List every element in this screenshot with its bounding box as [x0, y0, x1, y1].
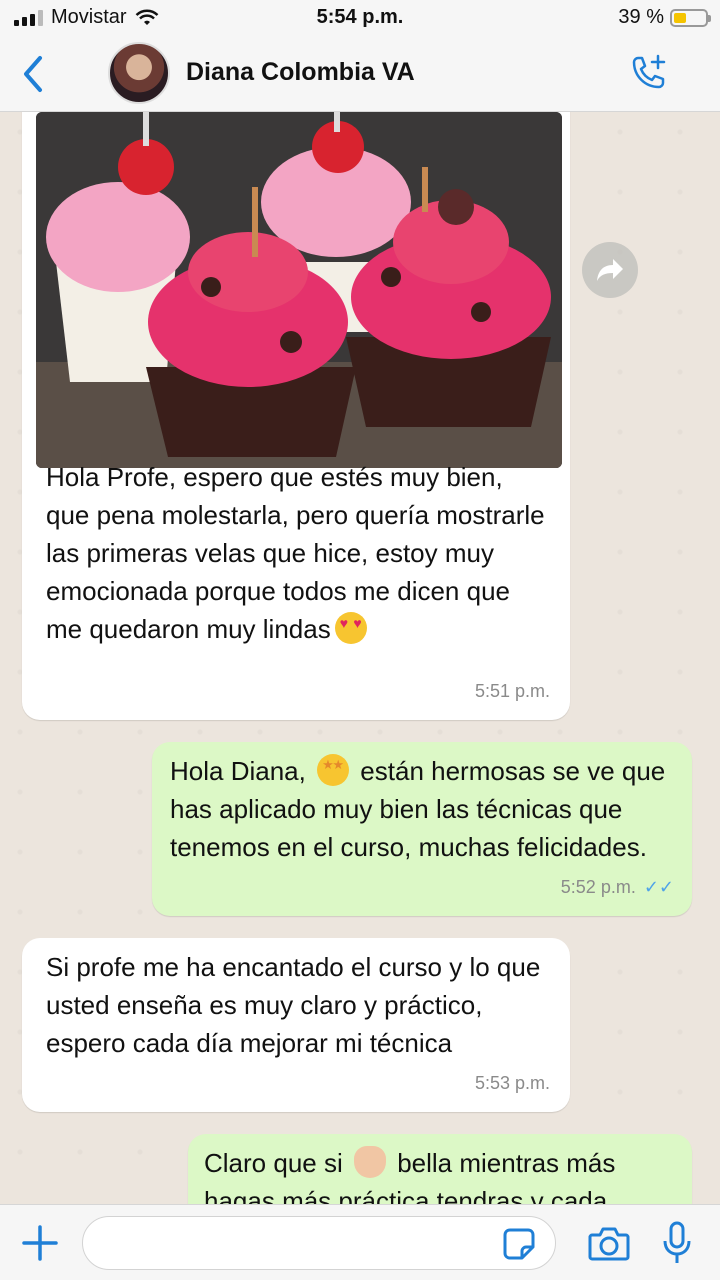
- star-struck-emoji-icon: [317, 754, 350, 786]
- message-incoming[interactable]: Hola Profe, espero que estés muy bien, q…: [22, 112, 570, 720]
- message-input[interactable]: [82, 1216, 556, 1270]
- forward-arrow-icon: [597, 259, 623, 281]
- message-incoming[interactable]: Si profe me ha encantado el curso y lo q…: [22, 938, 570, 1112]
- heart-eyes-emoji-icon: [334, 612, 367, 644]
- clock: 5:54 p.m.: [316, 6, 404, 28]
- add-call-icon: [632, 54, 666, 89]
- message-outgoing[interactable]: Hola Diana, están hermosas se ve que has…: [152, 742, 692, 916]
- microphone-button[interactable]: [662, 1221, 692, 1265]
- input-bar: [0, 1204, 720, 1280]
- battery-icon: [670, 8, 711, 27]
- message-time-text: 5:52 p.m.: [560, 877, 636, 897]
- battery-percent: 39 %: [618, 6, 664, 28]
- plus-icon: [22, 1225, 58, 1261]
- forward-button[interactable]: [582, 242, 638, 298]
- message-text: Hola Profe, espero que estés muy bien, q…: [46, 458, 546, 648]
- message-outgoing[interactable]: Claro que si bella mientras más hagas má…: [188, 1134, 692, 1204]
- message-text: Hola Diana, están hermosas se ve que has…: [170, 752, 680, 866]
- chat-area[interactable]: Hola Profe, espero que estés muy bien, q…: [0, 112, 720, 1204]
- read-ticks-icon: ✓✓: [643, 877, 674, 897]
- battery-status: 39 %: [618, 6, 711, 29]
- camera-icon: [588, 1227, 630, 1261]
- add-call-button[interactable]: [626, 52, 670, 96]
- chat-header: Diana Colombia VA: [0, 36, 720, 112]
- message-text: Si profe me ha encantado el curso y lo q…: [46, 952, 548, 1058]
- message-text-before-emoji: Hola Diana,: [170, 756, 314, 786]
- battery-level: [674, 12, 686, 23]
- message-time: 5:51 p.m.: [474, 681, 550, 701]
- contact-name[interactable]: Diana Colombia VA: [186, 58, 415, 87]
- back-button[interactable]: [18, 54, 50, 94]
- message-text: Claro que si bella mientras más hagas má…: [204, 1144, 684, 1204]
- cupcake-candles-photo[interactable]: [36, 112, 562, 468]
- message-text-before-emoji: Claro que si: [204, 1148, 350, 1178]
- back-chevron-icon: [24, 56, 42, 92]
- sticker-button[interactable]: [502, 1227, 536, 1261]
- avatar[interactable]: [108, 42, 170, 104]
- message-time: 5:52 p.m. ✓✓: [561, 868, 674, 906]
- camera-button[interactable]: [588, 1225, 630, 1263]
- status-bar: Movistar 5:54 p.m. 39 %: [0, 0, 720, 36]
- sticker-icon: [503, 1228, 535, 1260]
- microphone-icon: [663, 1221, 691, 1263]
- clapping-hands-emoji-icon: [353, 1146, 386, 1178]
- message-time: 5:53 p.m.: [474, 1073, 550, 1093]
- attach-button[interactable]: [20, 1223, 60, 1263]
- message-text-content: Hola Profe, espero que estés muy bien, q…: [46, 462, 552, 644]
